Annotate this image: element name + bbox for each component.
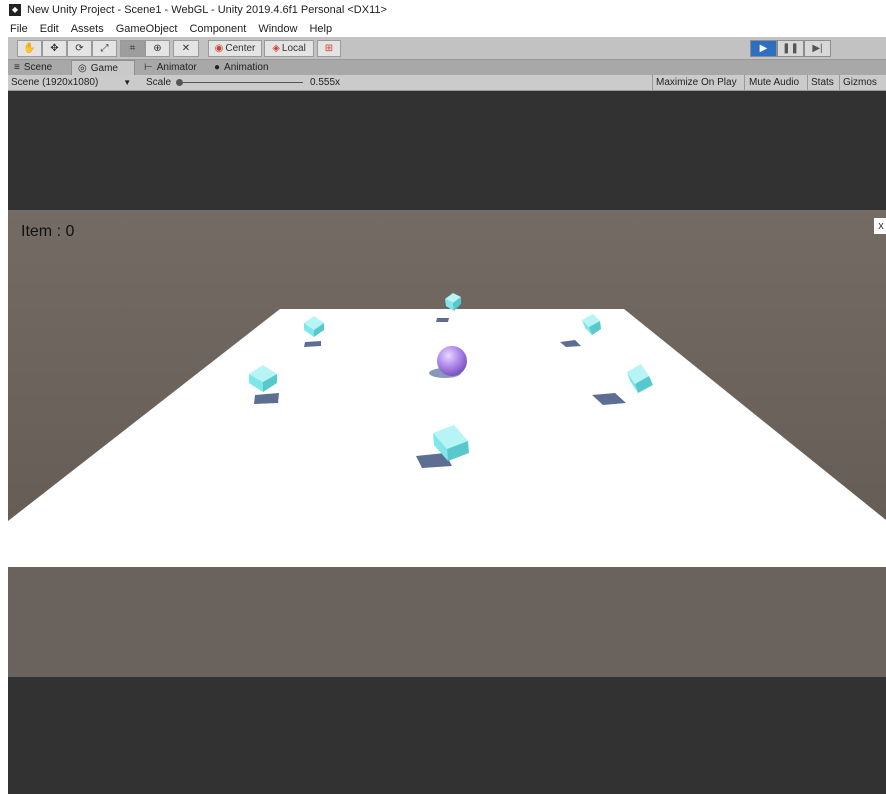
- player-sphere: [437, 346, 467, 376]
- menu-assets[interactable]: Assets: [71, 23, 104, 35]
- display-label: Scene (1920x1080): [11, 77, 99, 88]
- stats-toggle[interactable]: Stats: [811, 75, 834, 90]
- chevron-down-icon: ▼: [123, 78, 132, 87]
- rotate-tool-button[interactable]: ⟳: [67, 40, 92, 57]
- pivot-label: Center: [225, 43, 256, 54]
- menu-file[interactable]: File: [10, 23, 28, 35]
- game-view-toolbar: Scene (1920x1080) ▼ Scale 0.555x Maximiz…: [8, 75, 886, 91]
- tab-animation-label: Animation: [224, 62, 269, 73]
- maximize-on-play-toggle[interactable]: Maximize On Play: [656, 75, 737, 90]
- move-tool-icon: ✥: [50, 43, 59, 54]
- tab-scene-label: Scene: [23, 62, 53, 73]
- game-scene: [8, 91, 886, 794]
- item-count-label: Item : 0: [21, 223, 75, 240]
- menu-gameobject[interactable]: GameObject: [116, 23, 178, 35]
- custom-tool-icon: ✕: [181, 43, 191, 54]
- gamepad-icon: ◎: [78, 62, 87, 74]
- play-icon: ▶: [759, 43, 768, 54]
- move-tool-button[interactable]: ✥: [42, 40, 67, 57]
- rect-tool-icon: ⌗: [129, 43, 136, 54]
- snap-button[interactable]: ⊞: [317, 40, 341, 57]
- game-view[interactable]: Item : 0 x: [8, 91, 886, 794]
- letterbox-top: [8, 91, 886, 210]
- menu-window[interactable]: Window: [258, 23, 297, 35]
- animator-icon: ⊢: [144, 62, 153, 73]
- scale-tool-button[interactable]: ⤢: [92, 40, 117, 57]
- snap-icon: ⊞: [324, 43, 334, 54]
- transform-tool-button[interactable]: ⊕: [145, 40, 170, 57]
- pivot-center-toggle[interactable]: ◉ Center: [208, 40, 262, 57]
- pickup-shadow: [436, 318, 449, 322]
- hand-tool-icon: ✋: [23, 43, 36, 54]
- rotate-tool-icon: ⟳: [75, 43, 84, 54]
- transform-tool-icon: ⊕: [153, 43, 162, 54]
- menu-bar: File Edit Assets GameObject Component Wi…: [0, 20, 886, 37]
- horizon-band: [8, 567, 886, 677]
- unity-logo-icon: ◆: [9, 4, 21, 16]
- main-toolbar: ✋ ✥ ⟳ ⤢ ⌗ ⊕ ✕ ◉ Center ◈ Local ⊞ ▶ ❚❚ ▶|: [8, 37, 886, 60]
- menu-edit[interactable]: Edit: [40, 23, 59, 35]
- toolbar-divider: [839, 75, 840, 90]
- gizmos-toggle[interactable]: Gizmos: [843, 75, 877, 90]
- animation-icon: ●: [214, 62, 221, 73]
- toolbar-divider: [807, 75, 808, 90]
- tab-animation[interactable]: ● Animation: [208, 60, 288, 75]
- mute-audio-toggle[interactable]: Mute Audio: [749, 75, 799, 90]
- scale-slider-track: [183, 82, 303, 83]
- menu-help[interactable]: Help: [309, 23, 332, 35]
- tab-game-label: Game: [90, 62, 118, 74]
- play-button[interactable]: ▶: [750, 40, 777, 57]
- scale-label: Scale: [146, 77, 172, 88]
- tab-bar: ≡ Scene ◎ Game ⊢ Animator ● Animation: [8, 60, 886, 75]
- space-icon: ◈: [272, 43, 280, 54]
- pause-icon: ❚❚: [782, 43, 799, 54]
- toolbar-divider: [744, 75, 745, 90]
- step-icon: ▶|: [812, 43, 823, 54]
- scale-slider-thumb[interactable]: [176, 79, 183, 86]
- scale-value: 0.555x: [310, 77, 341, 88]
- hand-tool-button[interactable]: ✋: [17, 40, 42, 57]
- tab-scene[interactable]: ≡ Scene: [8, 60, 71, 75]
- tab-animator-label: Animator: [156, 62, 197, 73]
- scene-icon: ≡: [14, 62, 20, 73]
- display-dropdown[interactable]: Scene (1920x1080) ▼: [11, 75, 141, 90]
- rect-tool-button[interactable]: ⌗: [120, 40, 145, 57]
- custom-tool-button[interactable]: ✕: [173, 40, 199, 57]
- menu-component[interactable]: Component: [189, 23, 246, 35]
- window-titlebar: ◆ New Unity Project - Scene1 - WebGL - U…: [0, 0, 886, 20]
- letterbox-bottom: [8, 677, 886, 794]
- pivot-icon: ◉: [214, 43, 224, 54]
- tab-animator[interactable]: ⊢ Animator: [138, 60, 202, 75]
- window-title: New Unity Project - Scene1 - WebGL - Uni…: [27, 4, 387, 16]
- scale-tool-icon: ⤢: [100, 43, 109, 54]
- space-label: Local: [281, 43, 306, 54]
- close-icon[interactable]: x: [874, 218, 886, 234]
- scale-slider[interactable]: [176, 75, 306, 90]
- tab-game[interactable]: ◎ Game: [71, 60, 135, 75]
- step-button[interactable]: ▶|: [804, 40, 831, 57]
- pause-button[interactable]: ❚❚: [777, 40, 804, 57]
- toolbar-divider: [652, 75, 653, 90]
- pivot-space-toggle[interactable]: ◈ Local: [264, 40, 314, 57]
